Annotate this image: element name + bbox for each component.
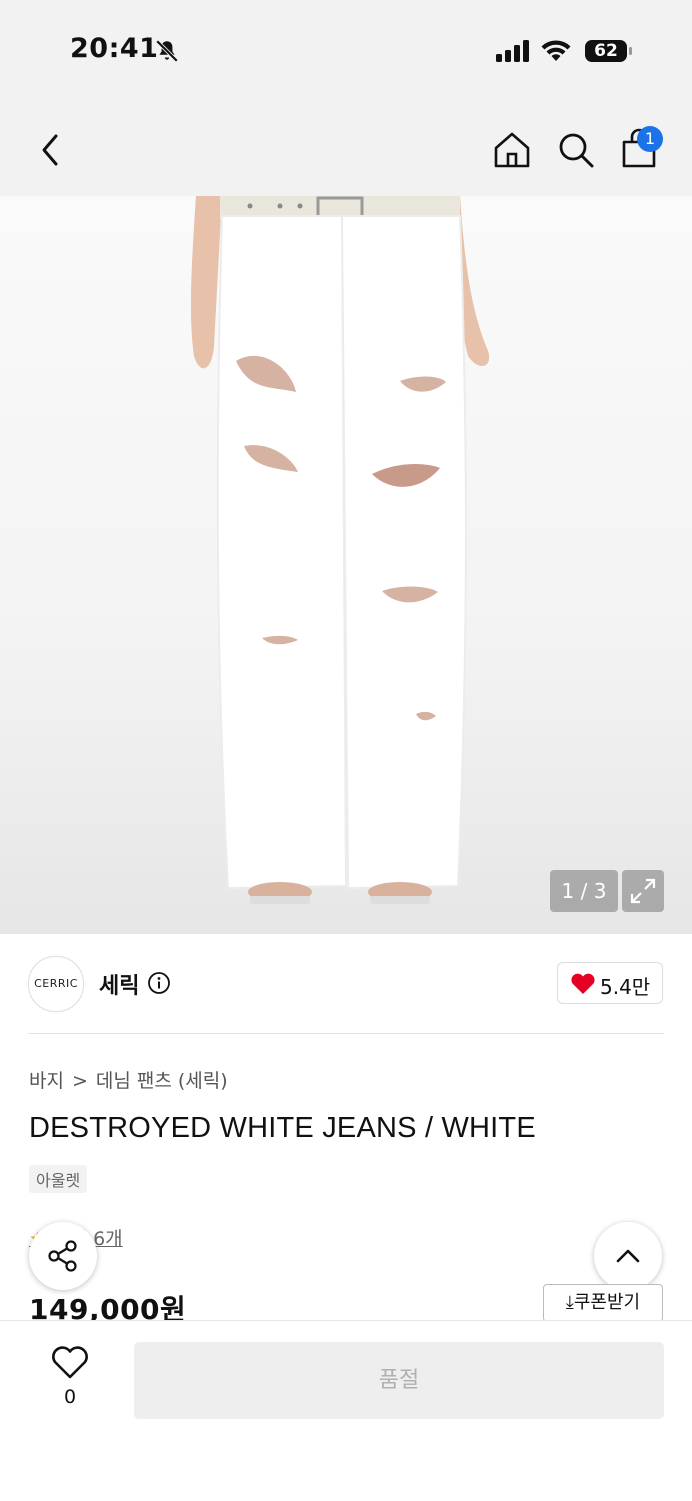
search-icon[interactable] — [556, 130, 596, 170]
divider — [28, 1033, 664, 1034]
breadcrumb-separator: > — [71, 1070, 88, 1092]
heart-filled-icon — [571, 973, 595, 994]
outlet-tag: 아울렛 — [29, 1165, 88, 1193]
cart-count-badge: 1 — [637, 126, 663, 152]
brand-like-button[interactable]: 5.4만 — [557, 962, 663, 1004]
product-title: DESTROYED WHITE JEANS / WHITE — [29, 1112, 536, 1144]
battery-indicator: 62 — [585, 40, 627, 62]
chevron-up-icon — [616, 1249, 640, 1263]
wishlist-button[interactable] — [50, 1346, 90, 1384]
heart-outline-icon — [52, 1346, 88, 1379]
sold-out-button[interactable]: 품절 — [134, 1342, 664, 1419]
share-icon — [48, 1240, 77, 1272]
status-time: 20:41 — [70, 33, 159, 64]
back-arrow-icon[interactable] — [36, 130, 64, 170]
wifi-icon — [541, 40, 571, 61]
breadcrumb-level1[interactable]: 바지 — [29, 1070, 64, 1092]
brand-like-count: 5.4만 — [600, 975, 651, 999]
breadcrumb: 바지 > 데님 팬츠 (세릭) — [29, 1066, 228, 1093]
coupon-label: 쿠폰받기 — [573, 1292, 641, 1313]
expand-image-button[interactable] — [622, 870, 664, 912]
brand-name[interactable]: 세릭 — [99, 968, 139, 1000]
coupon-button[interactable]: ⤓쿠폰받기 — [543, 1284, 663, 1322]
scroll-top-button[interactable] — [594, 1222, 662, 1290]
info-icon[interactable] — [147, 971, 171, 995]
image-counter: 1 / 3 — [550, 870, 618, 912]
download-icon: ⤓ — [565, 1292, 574, 1313]
wishlist-count: 0 — [63, 1386, 77, 1408]
home-icon[interactable] — [492, 130, 532, 170]
breadcrumb-level2[interactable]: 데님 팬츠 (세릭) — [96, 1070, 228, 1092]
jeans-photo-illustration — [190, 196, 490, 904]
expand-icon — [630, 878, 656, 904]
battery-tip — [629, 47, 632, 55]
bell-muted-icon — [155, 39, 179, 63]
brand-logo[interactable]: CERRIC — [28, 956, 84, 1012]
signal-icon — [496, 40, 529, 62]
product-image[interactable] — [0, 196, 692, 934]
share-button[interactable] — [29, 1222, 97, 1290]
